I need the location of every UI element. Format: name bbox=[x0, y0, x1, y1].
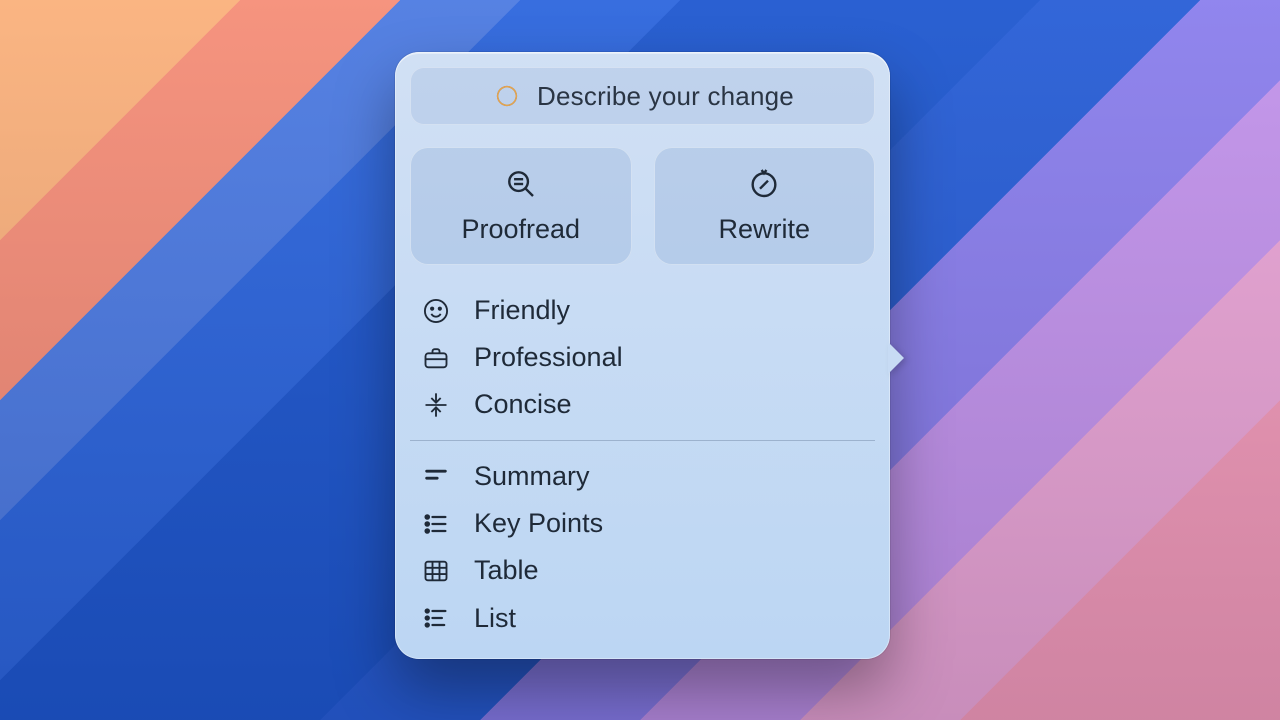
keypoints-item[interactable]: Key Points bbox=[416, 500, 869, 547]
table-item[interactable]: Table bbox=[416, 547, 869, 594]
section-divider bbox=[410, 440, 875, 441]
sparkle-icon bbox=[491, 80, 523, 112]
compress-icon bbox=[420, 389, 452, 421]
summary-item[interactable]: Summary bbox=[416, 453, 869, 500]
professional-label: Professional bbox=[474, 340, 623, 375]
describe-change-placeholder: Describe your change bbox=[537, 81, 794, 112]
proofread-label: Proofread bbox=[461, 214, 580, 245]
proofread-icon bbox=[505, 168, 537, 200]
summary-label: Summary bbox=[474, 459, 590, 494]
concise-label: Concise bbox=[474, 387, 572, 422]
list-item[interactable]: List bbox=[416, 595, 869, 642]
describe-change-input[interactable]: Describe your change bbox=[410, 67, 875, 125]
rewrite-icon bbox=[748, 168, 780, 200]
tone-section: Friendly Professional bbox=[410, 283, 875, 430]
professional-item[interactable]: Professional bbox=[416, 334, 869, 381]
list-label: List bbox=[474, 601, 516, 636]
rewrite-button[interactable]: Rewrite bbox=[654, 147, 876, 265]
friendly-item[interactable]: Friendly bbox=[416, 287, 869, 334]
rewrite-label: Rewrite bbox=[718, 214, 810, 245]
concise-item[interactable]: Concise bbox=[416, 381, 869, 428]
proofread-button[interactable]: Proofread bbox=[410, 147, 632, 265]
smile-icon bbox=[420, 295, 452, 327]
ordered-list-icon bbox=[420, 602, 452, 634]
table-label: Table bbox=[474, 553, 539, 588]
writing-tools-popover: Describe your change Proofread bbox=[395, 52, 890, 659]
table-icon bbox=[420, 555, 452, 587]
format-section: Summary Key Points bbox=[410, 449, 875, 643]
briefcase-icon bbox=[420, 342, 452, 374]
keypoints-label: Key Points bbox=[474, 506, 603, 541]
summary-icon bbox=[420, 461, 452, 493]
friendly-label: Friendly bbox=[474, 293, 570, 328]
bullet-list-icon bbox=[420, 508, 452, 540]
